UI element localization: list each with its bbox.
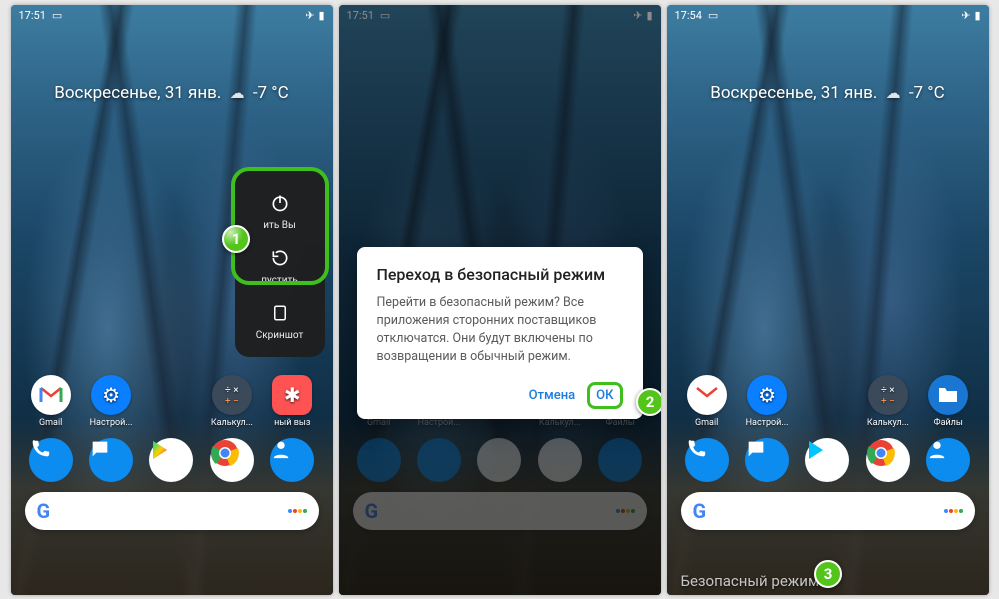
svg-text:3: 3 <box>823 565 832 583</box>
svg-text:÷ ×: ÷ × <box>225 385 239 396</box>
temp-text: -7 °C <box>909 83 945 103</box>
app-gmail[interactable]: Gmail <box>679 375 734 428</box>
google-logo: G <box>693 499 707 523</box>
gmail-label: Gmail <box>39 418 62 428</box>
dock-messages[interactable] <box>89 438 133 482</box>
screen-1: 17:51▭ ✈▮ Воскресенье, 31 янв. -7 °C ить… <box>11 5 333 595</box>
settings-icon: ⚙ <box>747 375 787 415</box>
weather-icon <box>886 83 901 103</box>
ecall-label: ный выз <box>274 418 310 428</box>
home-apps: Gmail ⚙Настрой... x ÷ ×+ −Калькул... ✱ны… <box>11 375 333 595</box>
svg-text:+ −: + − <box>225 396 239 407</box>
svg-text:÷ ×: ÷ × <box>881 385 895 396</box>
assistant-icon[interactable] <box>288 509 307 513</box>
app-settings[interactable]: ⚙Настрой... <box>740 375 795 428</box>
date-widget[interactable]: Воскресенье, 31 янв. -7 °C <box>667 83 989 103</box>
gmail-icon <box>687 375 727 415</box>
ecall-icon: ✱ <box>272 375 312 415</box>
battery-icon: ▮ <box>318 9 324 22</box>
badge-2: 2 <box>635 387 661 417</box>
airplane-icon: ✈ <box>305 9 314 22</box>
ok-button[interactable]: ОК <box>587 382 622 409</box>
google-logo: G <box>37 499 51 523</box>
app-settings[interactable]: ⚙ Настрой... <box>84 375 139 428</box>
dock-chrome[interactable] <box>210 438 254 482</box>
status-bar: 17:51 ▭ ✈ ▮ <box>11 5 333 27</box>
badge-1: 1 <box>221 224 251 254</box>
date-text: Воскресенье, 31 янв. <box>710 83 877 103</box>
dialog-buttons: Отмена ОК <box>377 382 623 409</box>
assistant-icon[interactable] <box>944 509 963 513</box>
dock-contacts[interactable] <box>926 438 970 482</box>
screen-2: 17:51▭ ✈▮ Переход в безопасный режим Пер… <box>339 5 661 595</box>
dock-contacts[interactable] <box>270 438 314 482</box>
screen-3: 17:54 ▭ ✈ ▮ Воскресенье, 31 янв. -7 °C Gma… <box>667 5 989 595</box>
app-ecall[interactable]: ✱ ный выз <box>265 375 320 428</box>
dock-messages[interactable] <box>745 438 789 482</box>
temp-text: -7 °C <box>253 83 289 103</box>
triptych: 17:51▭ ✈▮ Воскресенье, 31 янв. -7 °C ить… <box>11 5 989 595</box>
settings-label: Настрой... <box>90 418 133 428</box>
app-gmail[interactable]: Gmail <box>23 375 78 428</box>
calc-icon: ÷ ×+ − <box>212 375 252 415</box>
battery-icon: ▮ <box>974 9 980 22</box>
dock <box>11 430 333 486</box>
app-files[interactable]: Файлы <box>921 375 976 428</box>
dock <box>667 430 989 486</box>
screenshot-button[interactable]: Скриншот <box>239 300 321 341</box>
safemode-dialog: Переход в безопасный режим Перейти в без… <box>357 247 643 420</box>
screenshot-button-icon <box>267 300 293 326</box>
weather-icon <box>230 83 245 103</box>
search-bar[interactable]: G <box>681 492 975 530</box>
dock-chrome[interactable] <box>866 438 910 482</box>
status-time: 17:54 <box>675 9 702 22</box>
search-bar[interactable]: G <box>25 492 319 530</box>
airplane-icon: ✈ <box>961 9 970 22</box>
dock-play[interactable] <box>149 438 193 482</box>
status-time: 17:51 <box>19 9 46 22</box>
svg-text:2: 2 <box>645 393 654 411</box>
dock-play[interactable] <box>805 438 849 482</box>
calc-label: Калькул... <box>211 418 253 428</box>
dock-phone[interactable] <box>29 438 73 482</box>
dialog-body: Перейти в безопасный режим? Все приложен… <box>377 294 623 367</box>
status-bar: 17:54 ▭ ✈ ▮ <box>667 5 989 27</box>
calc-icon: ÷ ×+ − <box>868 375 908 415</box>
files-icon <box>928 375 968 415</box>
screenshot-icon: ▭ <box>708 9 718 22</box>
svg-text:+ −: + − <box>881 396 895 407</box>
dialog-title: Переход в безопасный режим <box>377 265 623 284</box>
dock-phone[interactable] <box>685 438 729 482</box>
svg-text:1: 1 <box>231 230 240 248</box>
safemode-label: Безопасный режим <box>681 572 820 590</box>
badge-3: 3 <box>813 559 843 589</box>
settings-icon: ⚙ <box>91 375 131 415</box>
date-widget[interactable]: Воскресенье, 31 янв. -7 °C <box>11 83 333 103</box>
app-calc[interactable]: ÷ ×+ − Калькул... <box>204 375 259 428</box>
screenshot-label: Скриншот <box>239 330 321 341</box>
gmail-icon <box>31 375 71 415</box>
app-calc[interactable]: ÷ ×+ −Калькул... <box>860 375 915 428</box>
cancel-button[interactable]: Отмена <box>521 382 584 409</box>
screenshot-icon: ▭ <box>52 9 62 22</box>
date-text: Воскресенье, 31 янв. <box>54 83 221 103</box>
